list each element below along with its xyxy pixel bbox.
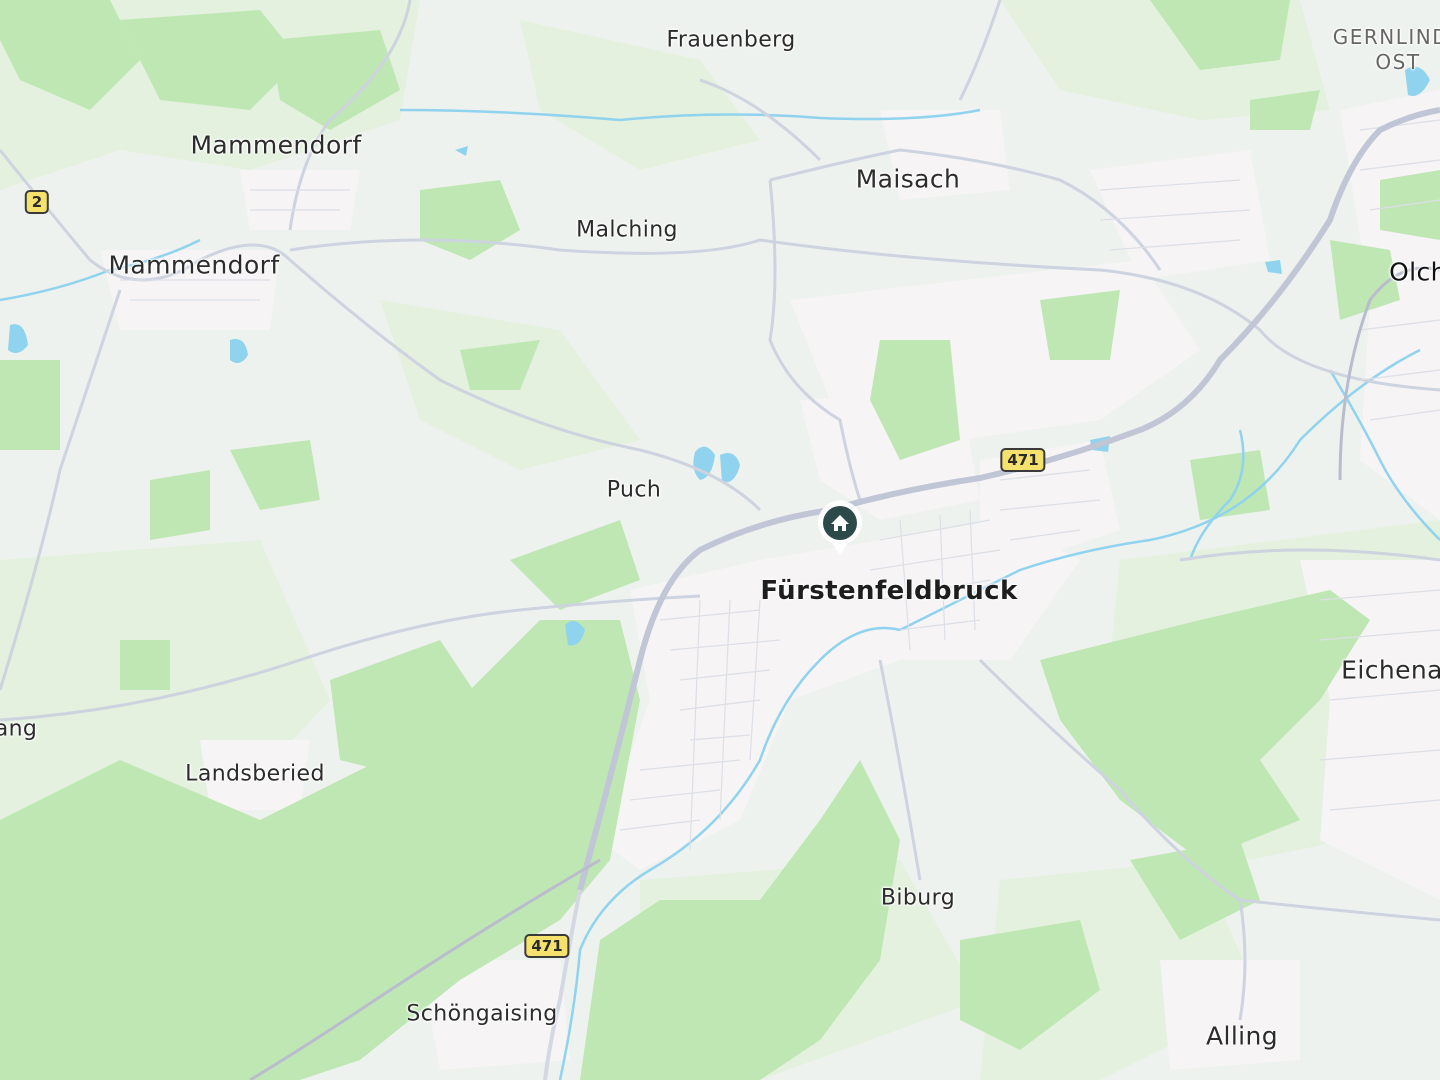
place-label-olching: Olch: [1389, 257, 1440, 287]
place-label-mammendorf: Mammendorf: [108, 250, 280, 280]
place-label-malching: Malching: [576, 217, 678, 243]
place-label-gernlinden-ost: GERNLINDE OST: [1332, 25, 1440, 74]
place-label-biburg: Biburg: [880, 885, 956, 911]
road-shield-b471-east: 471: [1000, 448, 1046, 472]
place-label-schoengaising: Schöngaising: [406, 1001, 558, 1027]
place-label-jesenwang: ang: [0, 716, 38, 742]
place-label-alling: Alling: [1205, 1021, 1279, 1051]
place-label-maisach: Maisach: [855, 164, 961, 194]
place-label-landsberied: Landsberied: [185, 761, 325, 787]
home-location-marker[interactable]: [816, 499, 864, 557]
road-shield-b471-south: 471: [524, 934, 570, 958]
place-label-puch: Puch: [606, 477, 662, 503]
map-canvas[interactable]: [0, 0, 1440, 1080]
home-icon: [818, 500, 862, 555]
place-label-frauenberg: Frauenberg: [666, 27, 796, 53]
place-label-fuerstenfeldbruck: Fürstenfeldbruck: [760, 576, 1018, 606]
map-view[interactable]: Frauenberg Mammendorf Mammendorf Malchin…: [0, 0, 1440, 1080]
place-label-mammendorf-north: Mammendorf: [190, 130, 362, 160]
road-shield-b2: 2: [24, 190, 50, 214]
place-label-eichenau: Eichena: [1341, 655, 1440, 685]
